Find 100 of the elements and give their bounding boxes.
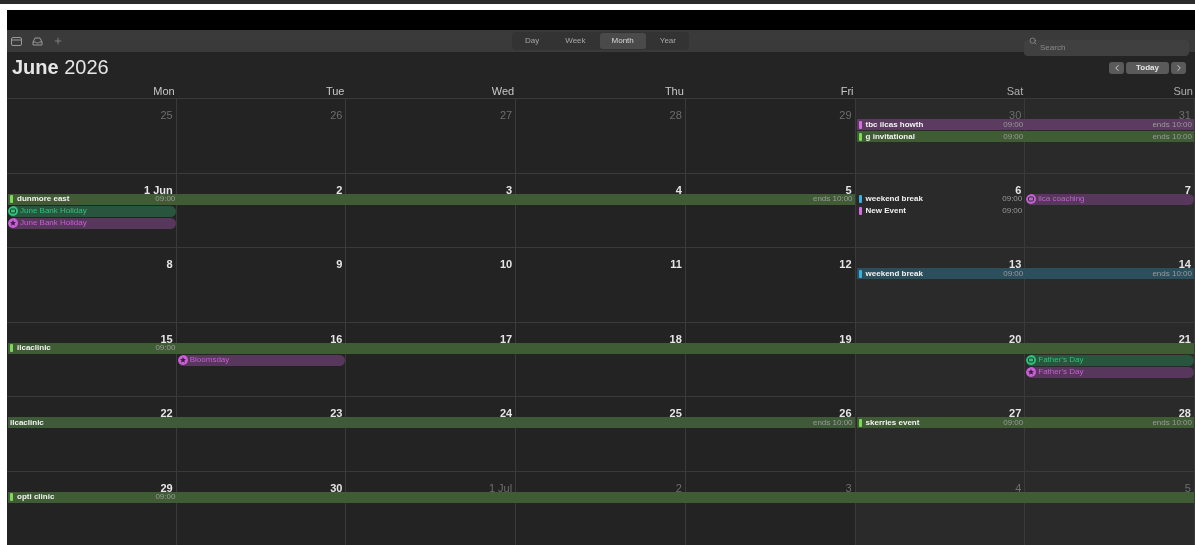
event-end-time: ends 10:00	[1152, 132, 1192, 141]
day-number: 22	[160, 407, 173, 419]
today-button[interactable]: Today	[1126, 62, 1169, 74]
event-title: g invitational	[865, 132, 915, 141]
event-end-time: ends 10:00	[1152, 120, 1192, 129]
event-end-time: ends 10:00	[812, 418, 853, 427]
day-number: 3	[845, 481, 852, 494]
day-number: 8	[166, 258, 173, 270]
day-number: 5	[845, 183, 852, 196]
day-number: 13	[1009, 258, 1022, 270]
event-bar[interactable]: dunmore east 09:00 ends 10:00	[8, 193, 855, 205]
event-title: New Event	[865, 207, 907, 215]
weekday-label: Fri	[840, 85, 854, 97]
event-time: 09:00	[1002, 207, 1023, 215]
event-item[interactable]: New Event 09:00	[856, 205, 1025, 217]
event-end-time: ends 10:00	[812, 195, 853, 203]
day-number: 10	[499, 258, 513, 270]
weekday-label: Sun	[1173, 85, 1193, 97]
day-number: 25	[160, 109, 173, 121]
event-end-time: ends 10:00	[1152, 269, 1192, 278]
event-bar[interactable]: tbc ilcas howth 09:00 ends 10:00	[856, 119, 1194, 130]
view-tab[interactable]: Year	[647, 33, 688, 49]
event-bar[interactable]: ilcaclinic ends 10:00	[8, 417, 855, 428]
day-number: 19	[839, 332, 852, 345]
day-number: 28	[1178, 407, 1191, 419]
day-number: 17	[499, 332, 513, 345]
event-title: weekend break	[865, 195, 923, 203]
previous-button[interactable]	[1109, 62, 1125, 74]
event-bar[interactable]: ilcaclinic 09:00	[8, 342, 1194, 354]
day-number: 24	[499, 407, 513, 419]
event-time: 09:00	[1003, 269, 1024, 278]
day-number: 26	[330, 109, 343, 121]
day-cell[interactable]: 9	[176, 247, 347, 322]
day-number: 2	[675, 481, 682, 494]
event-bar[interactable]: weekend break 09:00 ends 10:00	[856, 268, 1194, 279]
day-number: 1 Jul	[488, 481, 513, 494]
weekday-label: Thu	[664, 85, 684, 97]
event-title: ilcaclinic	[17, 344, 51, 352]
day-number: 30	[330, 481, 343, 494]
day-number: 30	[1009, 109, 1022, 121]
event-bar[interactable]: skerries event 09:00 ends 10:00	[856, 417, 1194, 428]
day-number: 18	[669, 332, 682, 345]
view-tab[interactable]: Day	[513, 33, 552, 49]
day-number: 27	[1009, 407, 1022, 419]
event-time: 09:00	[155, 344, 176, 352]
holiday-event[interactable]: Father's Day	[1026, 354, 1194, 366]
day-number: 3	[506, 183, 513, 196]
day-cell[interactable]: 11	[516, 247, 686, 322]
day-number: 9	[336, 258, 343, 270]
day-cell[interactable]: 12	[685, 247, 856, 322]
weekday-label: Tue	[325, 85, 345, 97]
day-number: 16	[330, 332, 343, 345]
day-number: 29	[160, 481, 173, 494]
event-title: dunmore east	[17, 195, 70, 203]
event-title: tbc ilcas howth	[865, 120, 924, 129]
day-number: 11	[670, 258, 682, 270]
day-number: 25	[669, 407, 682, 419]
day-cell[interactable]: 10	[346, 247, 517, 322]
day-number: 15	[160, 332, 173, 345]
holiday-event[interactable]: June Bank Holiday	[8, 205, 176, 217]
day-number: 4	[675, 183, 682, 196]
event-bar[interactable]: opti clinic 09:00	[8, 491, 1194, 503]
day-number: 28	[669, 109, 682, 121]
day-number: 12	[839, 258, 852, 270]
event-title: ilcaclinic	[10, 418, 44, 427]
search-field[interactable]: Search	[1024, 39, 1189, 56]
event-title: skerries event	[865, 418, 920, 427]
event-time: 09:00	[1002, 195, 1023, 203]
event-item[interactable]: weekend break 09:00	[856, 193, 1025, 205]
event-time: 09:00	[155, 195, 176, 203]
day-number: 20	[1009, 332, 1022, 345]
day-number: 27	[499, 109, 513, 121]
search-icon	[1029, 37, 1037, 45]
view-tab[interactable]: Week	[553, 33, 598, 49]
event-time: 09:00	[1003, 120, 1024, 129]
event-title: opti clinic	[17, 493, 55, 501]
weekday-label: Sat	[1006, 85, 1024, 97]
event-time: 09:00	[155, 493, 176, 501]
next-button[interactable]	[1171, 62, 1186, 74]
event-bar[interactable]: g invitational 09:00 ends 10:00	[856, 131, 1194, 142]
day-number: 7	[1184, 183, 1191, 196]
day-number: 5	[1184, 481, 1191, 494]
day-number: 21	[1178, 332, 1191, 345]
day-number: 23	[330, 407, 343, 419]
inbox-icon[interactable]	[32, 36, 43, 46]
day-number: 1 Jun	[143, 183, 173, 196]
day-number: 4	[1015, 481, 1022, 494]
weekday-label: Wed	[491, 85, 515, 97]
event-title: weekend break	[865, 269, 923, 278]
view-tab[interactable]: Month	[599, 33, 646, 49]
calendar-list-icon[interactable]	[11, 36, 22, 46]
day-cell[interactable]: 8	[7, 247, 177, 322]
event-time: 09:00	[1003, 418, 1024, 427]
day-number: 31	[1178, 109, 1191, 121]
add-icon[interactable]	[53, 36, 63, 46]
day-number: 29	[839, 109, 852, 121]
month-title: June 2026	[12, 55, 109, 80]
event-time: 09:00	[1003, 132, 1024, 141]
day-number: 26	[839, 407, 852, 419]
weekday-label: Mon	[153, 85, 175, 97]
